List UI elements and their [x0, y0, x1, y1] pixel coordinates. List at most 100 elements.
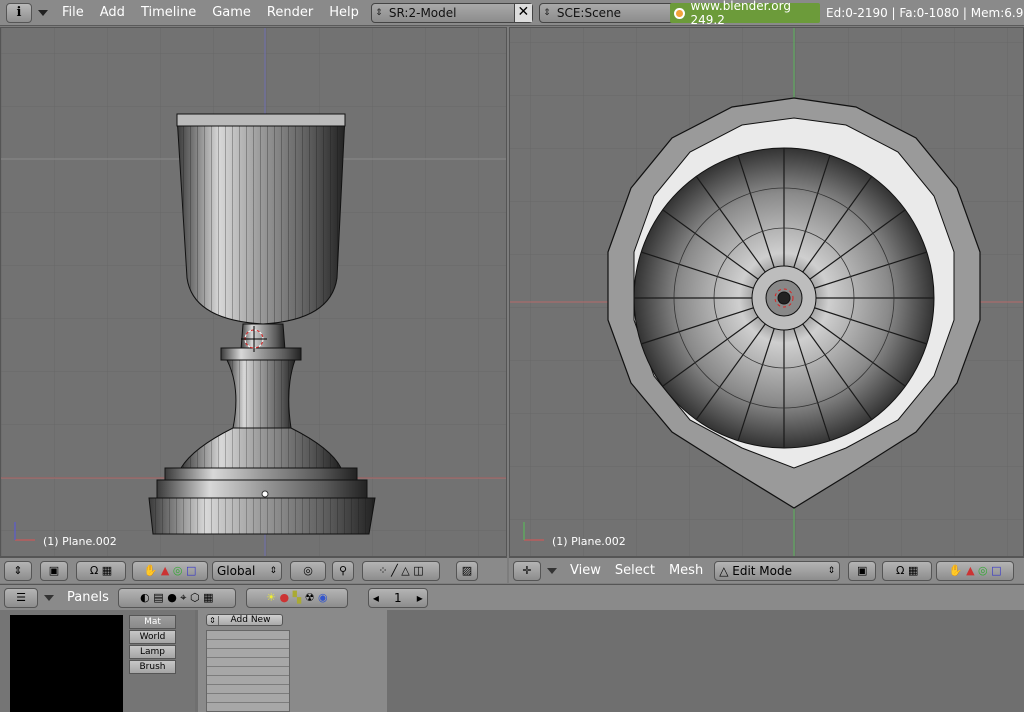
translate-icon[interactable]: ▲ [966, 564, 974, 577]
menu-timeline[interactable]: Timeline [133, 0, 204, 26]
collapse-menu-icon[interactable] [547, 567, 557, 574]
shading-icon[interactable]: ● [167, 591, 177, 604]
scale-icon[interactable]: □ [991, 564, 1001, 577]
panels-menu[interactable]: Panels [60, 590, 116, 605]
screen-selector[interactable]: ⇕ SR:2-Model ✕ [370, 2, 533, 23]
mode-value: Edit Mode [732, 563, 792, 578]
texture-slot[interactable] [207, 658, 289, 667]
pivot-selector[interactable]: Ω ▦ [882, 560, 933, 581]
menu-add[interactable]: Add [92, 0, 133, 26]
texture-slot[interactable] [207, 640, 289, 649]
hand-icon[interactable]: ✋ [949, 564, 963, 577]
tab-mat[interactable]: Mat [129, 615, 176, 629]
object-name-label: (1) Plane.002 [552, 535, 626, 548]
menu-file[interactable]: File [54, 0, 92, 26]
material-icon[interactable]: ● [280, 591, 290, 604]
delete-screen-button[interactable]: ✕ [513, 3, 532, 22]
3d-viewport-top[interactable]: (1) Plane.002 [509, 27, 1024, 557]
decrement-arrow-icon[interactable]: ◂ [373, 591, 379, 605]
menu-mesh[interactable]: Mesh [662, 563, 710, 578]
info-header: i File Add Timeline Game Render Help ⇕ S… [0, 0, 1024, 27]
menu-help[interactable]: Help [321, 0, 367, 26]
collapse-menu-icon[interactable] [38, 9, 48, 16]
translate-icon[interactable]: ▲ [161, 564, 169, 577]
editing-icon[interactable]: ⬡ [190, 591, 200, 604]
texture-slot-list[interactable] [206, 630, 290, 712]
scene-name[interactable]: SCE:Scene [554, 6, 680, 20]
viewport-header-left: ⇕ ▣ Ω ▦ ✋ ▲ ◎ □ Global ⇕ ◎ ⚲ ⁘ ╱ △ ◫ ▨ [0, 557, 507, 583]
3d-viewport-front[interactable]: (1) Plane.002 [0, 27, 507, 557]
window-type-button[interactable]: ☰ [4, 587, 38, 608]
updown-arrows-icon: ⇕ [269, 565, 277, 576]
screen-name[interactable]: SR:2-Model [386, 6, 514, 20]
face-select-icon[interactable]: △ [401, 564, 409, 577]
buttons-window-header: ☰ Panels ◐ ▤ ● ⌖ ⬡ ▦ ☀ ● ▚ ☢ ◉ ◂ 1 ▸ [0, 584, 1024, 610]
context-buttons-group[interactable]: ◐ ▤ ● ⌖ ⬡ ▦ [117, 587, 236, 608]
collapse-menu-icon[interactable] [44, 594, 54, 601]
url-text: www.blender.org 249.2 [690, 0, 791, 27]
add-new-button[interactable]: ⇕ Add New [206, 614, 283, 626]
menu-view[interactable]: View [563, 563, 608, 578]
axis-gizmo-icon [523, 522, 544, 541]
tab-world[interactable]: World [129, 630, 176, 644]
rotate-icon[interactable]: ◎ [173, 564, 183, 577]
select-mode-group[interactable]: ⁘ ╱ △ ◫ [362, 560, 440, 581]
tab-lamp[interactable]: Lamp [129, 645, 176, 659]
scale-icon[interactable]: □ [186, 564, 196, 577]
scene-icon[interactable]: ▦ [203, 591, 213, 604]
frame-value[interactable]: 1 [394, 591, 402, 605]
texture-preview [10, 615, 123, 712]
render-preview-button[interactable]: ▨ [456, 560, 478, 581]
hand-icon[interactable]: ✋ [144, 564, 158, 577]
object-icon[interactable]: ⌖ [180, 591, 186, 605]
menu-render[interactable]: Render [259, 0, 321, 26]
texture-slot[interactable] [207, 649, 289, 658]
shading-subcontext-group[interactable]: ☀ ● ▚ ☢ ◉ [245, 587, 348, 608]
edge-select-icon[interactable]: ╱ [391, 564, 398, 577]
object-name-label: (1) Plane.002 [43, 535, 117, 548]
manipulator-group[interactable]: ✋ ▲ ◎ □ [936, 560, 1015, 581]
texture-slot[interactable] [207, 685, 289, 694]
info-icon: i [16, 5, 22, 20]
snap-button[interactable]: ⚲ [332, 560, 354, 581]
frame-number-field[interactable]: ◂ 1 ▸ [367, 587, 428, 608]
menu-select[interactable]: Select [608, 563, 662, 578]
updown-arrows-icon: ⇕ [827, 565, 836, 576]
updown-arrows-icon: ⇕ [207, 615, 219, 625]
texture-slot[interactable] [207, 676, 289, 685]
buttons-window: Mat World Lamp Brush ⇕ Add New [0, 610, 1024, 712]
preview-panel: Mat World Lamp Brush [0, 610, 195, 712]
info-window-type-button[interactable]: i [6, 2, 32, 23]
blender-url-badge: www.blender.org 249.2 [670, 0, 820, 27]
mode-select[interactable]: △ Edit Mode ⇕ [714, 560, 841, 581]
logic-icon[interactable]: ◐ [140, 591, 150, 604]
draw-type-button[interactable]: ▣ [848, 560, 877, 581]
script-icon[interactable]: ▤ [153, 591, 163, 604]
menu-game[interactable]: Game [204, 0, 259, 26]
pivot-selector[interactable]: Ω ▦ [76, 560, 126, 581]
rotate-icon[interactable]: ◎ [978, 564, 988, 577]
texture-slot[interactable] [207, 667, 289, 676]
updown-arrows-icon: ⇕ [375, 7, 383, 18]
texture-slot[interactable] [207, 694, 289, 703]
increment-arrow-icon[interactable]: ▸ [417, 591, 423, 605]
texture-panel: ⇕ Add New [198, 610, 387, 712]
world-icon[interactable]: ◉ [318, 591, 328, 604]
lamp-icon[interactable]: ☀ [266, 591, 276, 604]
orientation-select[interactable]: Global ⇕ [212, 560, 282, 581]
vertex-select-icon[interactable]: ⁘ [378, 564, 387, 577]
radiosity-icon[interactable]: ☢ [305, 591, 315, 604]
proportional-edit-button[interactable]: ◎ [290, 560, 326, 581]
scene-stats: Ed:0-2190 | Fa:0-1080 | Mem:6.9 [826, 6, 1024, 20]
axis-gizmo-icon [14, 522, 35, 541]
tab-brush[interactable]: Brush [129, 660, 176, 674]
texture-slot[interactable] [207, 631, 289, 640]
updown-arrows-icon: ⇕ [543, 7, 551, 18]
manipulator-group[interactable]: ✋ ▲ ◎ □ [132, 560, 208, 581]
occlude-icon[interactable]: ◫ [413, 564, 423, 577]
texture-icon[interactable]: ▚ [293, 591, 301, 604]
window-type-button[interactable]: ✛ [513, 560, 541, 581]
orientation-value: Global [217, 563, 256, 578]
view-menu-icon[interactable]: ▣ [40, 560, 68, 581]
window-type-button[interactable]: ⇕ [4, 560, 32, 581]
